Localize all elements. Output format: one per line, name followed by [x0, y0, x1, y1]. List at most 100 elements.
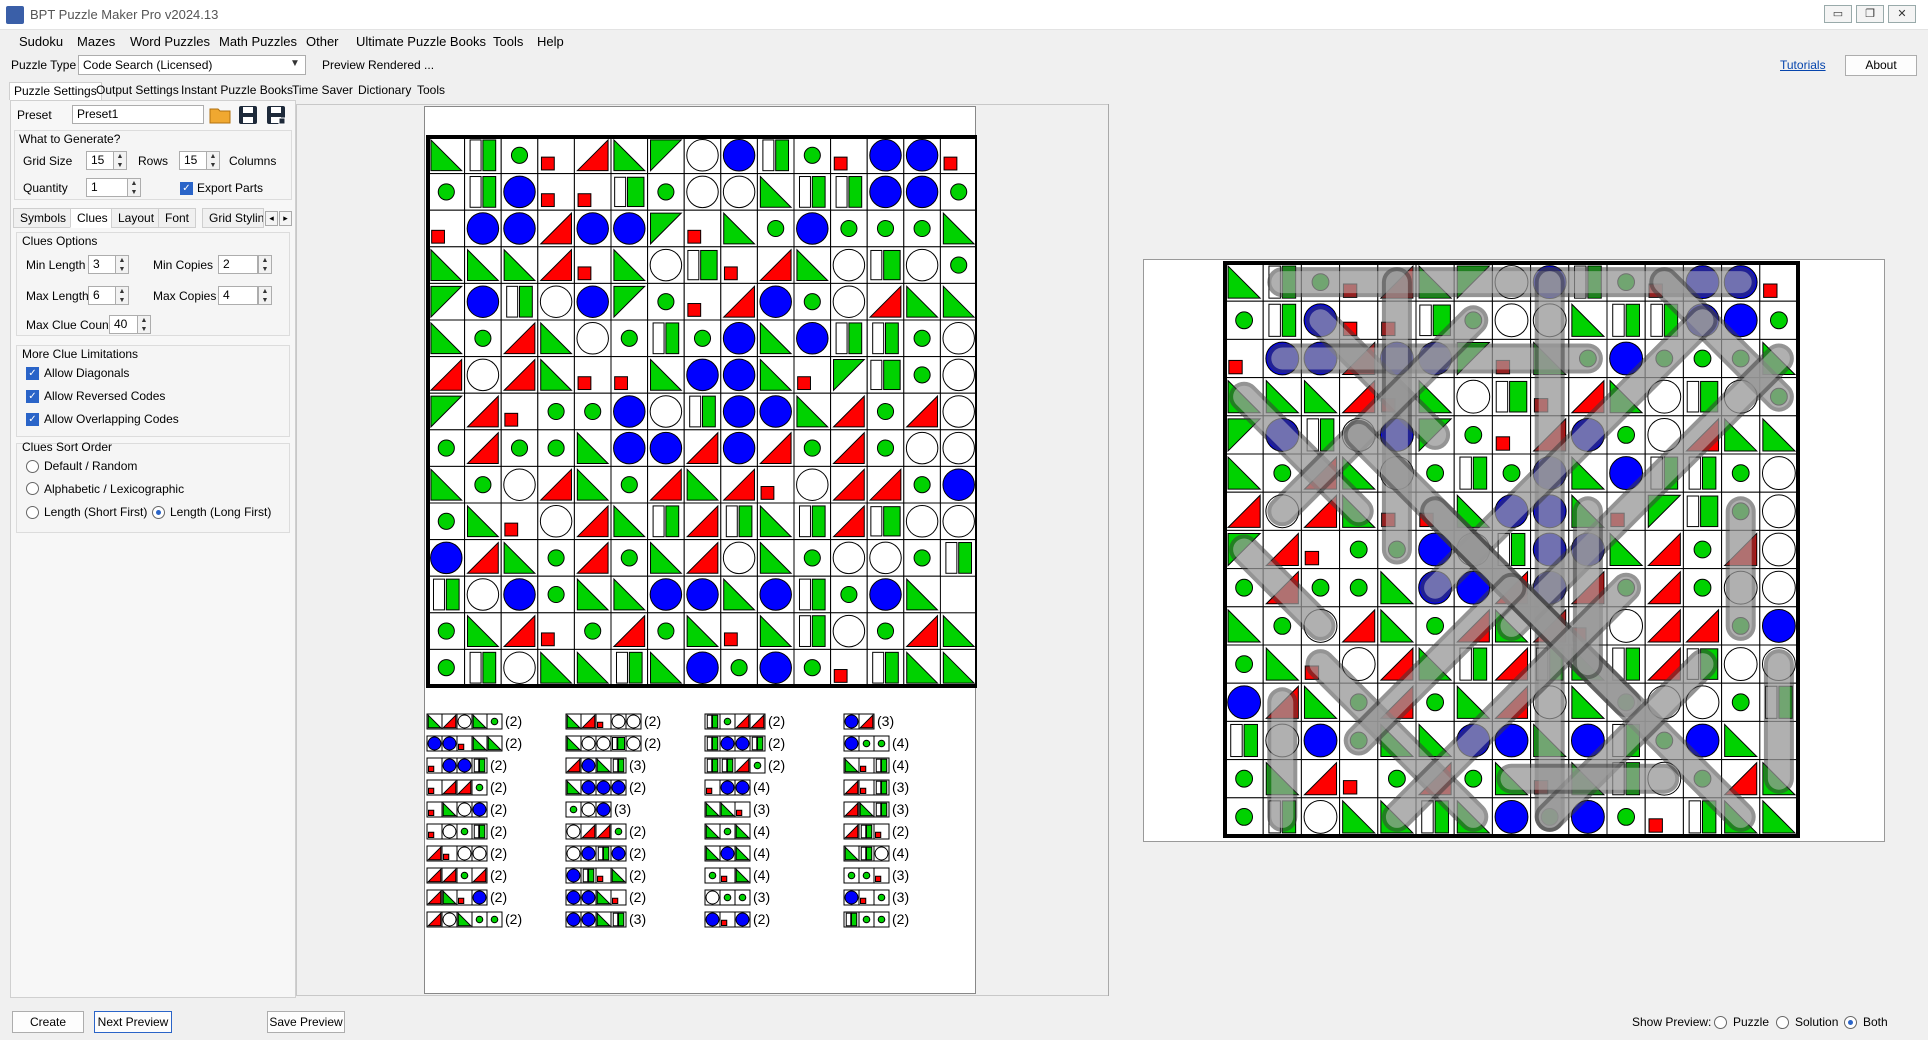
tab-dictionary[interactable]: Dictionary — [354, 82, 415, 100]
tab-time-saver[interactable]: Time Saver — [288, 82, 357, 100]
clue-symbol — [456, 779, 473, 796]
min-length-stepper[interactable]: ▲ ▼ — [115, 255, 129, 274]
puzzle-type-select[interactable]: Code Search (Licensed) — [78, 55, 306, 75]
quantity-stepper[interactable]: ▲ ▼ — [127, 178, 141, 197]
menu-word-puzzles[interactable]: Word Puzzles — [130, 34, 210, 49]
sort-alphabetic-radio[interactable] — [26, 482, 39, 495]
grid-cell — [537, 246, 575, 284]
grid-cell — [756, 209, 795, 248]
subtab-grid-styling[interactable]: Grid Styling — [202, 208, 264, 228]
show-puzzle-radio[interactable] — [1714, 1016, 1727, 1029]
quantity-input[interactable]: 1 — [86, 178, 130, 197]
sort-long-first-radio[interactable] — [152, 506, 165, 519]
columns-stepper[interactable]: ▲ ▼ — [206, 151, 220, 170]
grid-cell — [464, 136, 502, 175]
grid-cell — [427, 502, 466, 541]
rows-stepper[interactable]: ▲ ▼ — [113, 151, 127, 170]
minimize-button[interactable]: ▭ — [1824, 5, 1852, 23]
max-clue-count-stepper[interactable]: ▲ ▼ — [137, 315, 151, 334]
clue-count: (3) — [892, 801, 909, 817]
grid-cell — [537, 465, 575, 504]
menu-sudoku[interactable]: Sudoku — [19, 34, 63, 49]
grid-cell — [573, 575, 612, 614]
max-length-stepper[interactable]: ▲ ▼ — [115, 286, 129, 305]
solution-cell — [1721, 720, 1761, 761]
grid-cell — [903, 246, 941, 284]
preset-input[interactable]: Preset1 — [72, 105, 204, 124]
grid-cell — [866, 246, 905, 284]
subtab-layout[interactable]: Layout — [111, 208, 162, 228]
sort-short-first-radio[interactable] — [26, 506, 39, 519]
subtab-clues[interactable]: Clues — [70, 208, 115, 228]
grid-cell — [756, 648, 795, 687]
grid-cell — [464, 282, 502, 321]
close-button[interactable]: ✕ — [1888, 5, 1916, 23]
grid-cell — [939, 429, 978, 467]
menu-help[interactable]: Help — [537, 34, 564, 49]
tutorials-link[interactable]: Tutorials — [1780, 58, 1826, 72]
open-folder-icon[interactable] — [208, 103, 232, 127]
clue-symbol — [441, 867, 458, 884]
allow-reversed-checkbox[interactable]: ✓ — [26, 390, 39, 403]
solution-preview-page[interactable] — [1143, 259, 1885, 842]
menu-tools[interactable]: Tools — [493, 34, 523, 49]
grid-cell — [939, 209, 978, 248]
min-copies-stepper[interactable]: ▲ ▼ — [258, 255, 272, 274]
tab-puzzle-settings[interactable]: Puzzle Settings — [9, 82, 102, 100]
next-preview-button[interactable]: Next Preview — [94, 1011, 172, 1033]
grid-cell — [793, 539, 832, 577]
clue-symbol — [471, 845, 488, 862]
grid-cell — [720, 392, 758, 431]
sort-default-radio[interactable] — [26, 460, 39, 473]
grid-cell — [573, 429, 612, 467]
chevron-down-icon[interactable]: ▼ — [290, 58, 300, 69]
tab-output-settings[interactable]: Output Settings — [92, 82, 183, 100]
create-button[interactable]: Create — [12, 1011, 84, 1033]
save-preview-button[interactable]: Save Preview — [267, 1011, 345, 1033]
subtab-font[interactable]: Font — [158, 208, 197, 228]
restore-button[interactable]: ❐ — [1856, 5, 1884, 23]
clue-symbol — [456, 911, 473, 928]
grid-cell — [537, 319, 575, 358]
grid-cell — [720, 319, 758, 358]
max-copies-stepper[interactable]: ▲ ▼ — [258, 286, 272, 305]
grid-cell — [610, 612, 649, 650]
show-both-radio[interactable] — [1844, 1016, 1857, 1029]
solution-cell — [1224, 797, 1264, 837]
allow-diagonals-checkbox[interactable]: ✓ — [26, 367, 39, 380]
puzzle-preview-page[interactable]: (2) (2) (2) (3) (2) (2) (2) (4) (2) (3) (2) (4) (2) (… — [424, 106, 979, 994]
grid-cell — [683, 539, 722, 577]
clue-count: (2) — [490, 889, 507, 905]
allow-overlapping-checkbox[interactable]: ✓ — [26, 413, 39, 426]
tab-tools[interactable]: Tools — [413, 82, 449, 100]
menu-math-puzzles[interactable]: Math Puzzles — [219, 34, 297, 49]
menu-mazes[interactable]: Mazes — [77, 34, 115, 49]
about-button[interactable]: About — [1845, 55, 1917, 76]
grid-cell — [647, 539, 685, 577]
clue-symbol — [486, 713, 503, 730]
max-length-label: Max Length — [26, 289, 89, 303]
grid-cell — [793, 648, 832, 687]
export-parts-checkbox[interactable]: ✓ — [180, 182, 193, 195]
grid-cell — [866, 173, 905, 211]
clue-symbol — [843, 823, 860, 840]
scroll-right-icon[interactable]: ▸ — [279, 211, 292, 226]
show-solution-radio[interactable] — [1776, 1016, 1789, 1029]
menu-ultimate-puzzle-books[interactable]: Ultimate Puzzle Books — [356, 34, 486, 49]
subtab-symbols[interactable]: Symbols — [13, 208, 74, 228]
save-icon[interactable] — [236, 103, 260, 127]
grid-cell — [830, 502, 868, 541]
clue-count: (2) — [644, 735, 661, 751]
menu-other[interactable]: Other — [306, 34, 339, 49]
max-clue-count-input[interactable]: 40 — [109, 315, 139, 334]
grid-cell — [500, 209, 539, 248]
min-copies-input[interactable]: 2 — [218, 255, 258, 274]
max-copies-input[interactable]: 4 — [218, 286, 258, 305]
clue-count: (3) — [614, 801, 631, 817]
clue-symbol — [426, 845, 443, 862]
scroll-left-icon[interactable]: ◂ — [265, 211, 278, 226]
solution-cell — [1300, 797, 1341, 837]
rows-label: Rows — [138, 154, 169, 168]
tab-instant-puzzle-books[interactable]: Instant Puzzle Books — [177, 82, 297, 100]
save-as-icon[interactable] — [264, 103, 288, 127]
